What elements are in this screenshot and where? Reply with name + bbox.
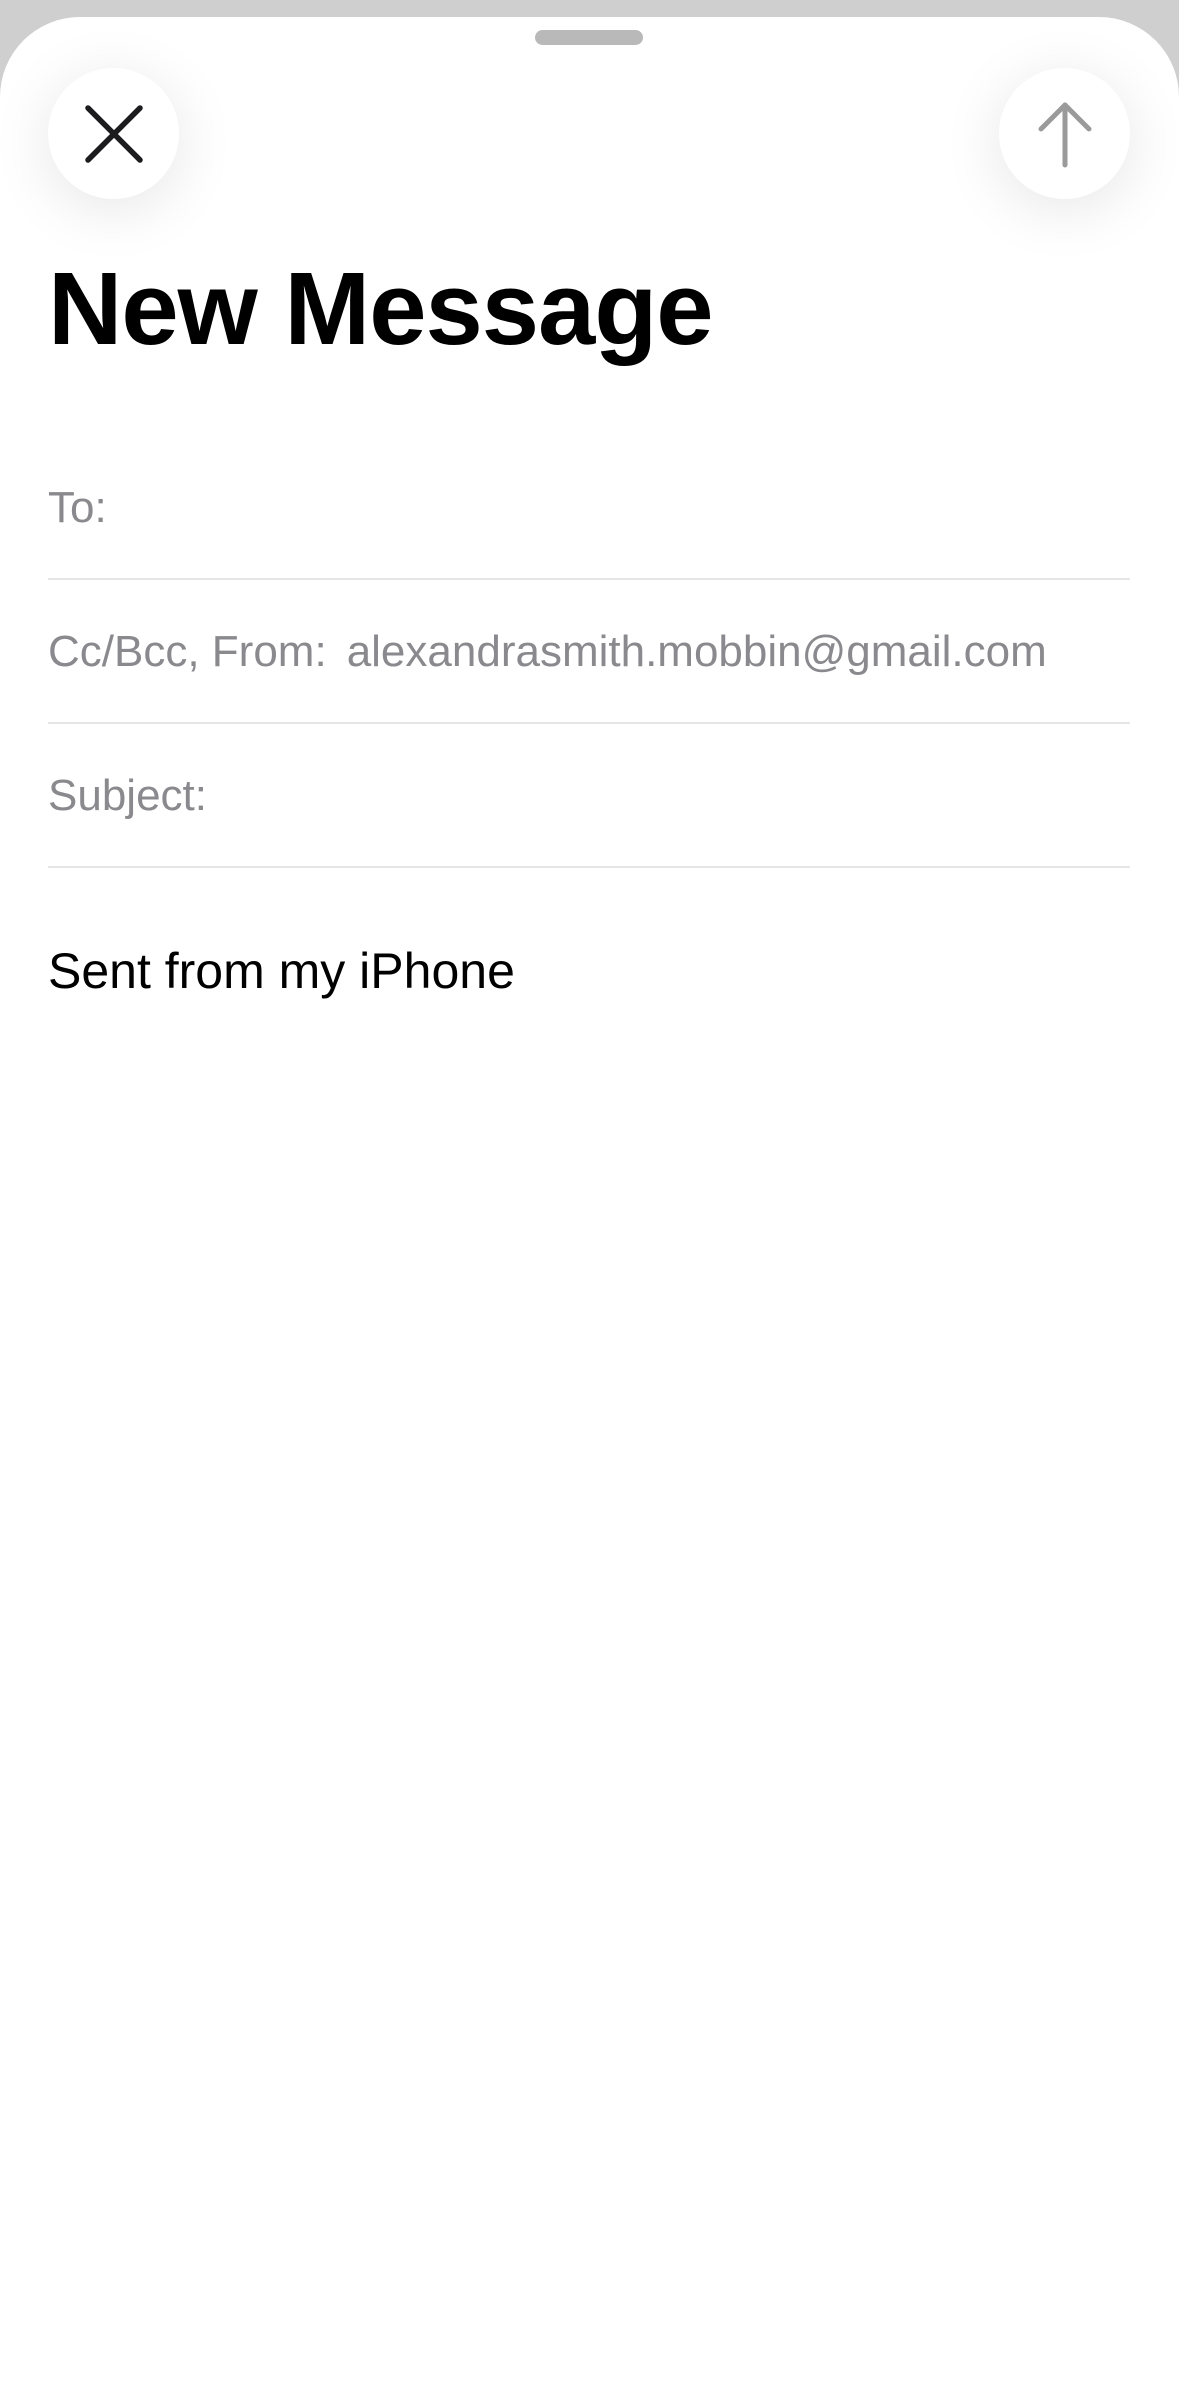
sheet-grabber[interactable] [535, 30, 643, 45]
close-button[interactable] [48, 68, 179, 199]
send-button[interactable] [999, 68, 1130, 199]
compose-sheet: New Message To: Cc/Bcc, From: alexandras… [0, 17, 1179, 2396]
to-label: To: [48, 482, 107, 532]
message-body-signature[interactable]: Sent from my iPhone [48, 942, 515, 1000]
from-email-value[interactable]: alexandrasmith.mobbin@gmail.com [347, 627, 1047, 677]
page-title: New Message [48, 251, 714, 366]
cc-bcc-from-field[interactable]: Cc/Bcc, From: alexandrasmith.mobbin@gmai… [48, 581, 1130, 724]
arrow-up-icon [1038, 102, 1091, 167]
cc-bcc-from-label: Cc/Bcc, From: [48, 626, 327, 676]
close-icon [84, 104, 143, 163]
subject-field[interactable]: Subject: [48, 725, 1130, 868]
subject-label: Subject: [48, 770, 207, 820]
to-field[interactable]: To: [48, 437, 1130, 580]
